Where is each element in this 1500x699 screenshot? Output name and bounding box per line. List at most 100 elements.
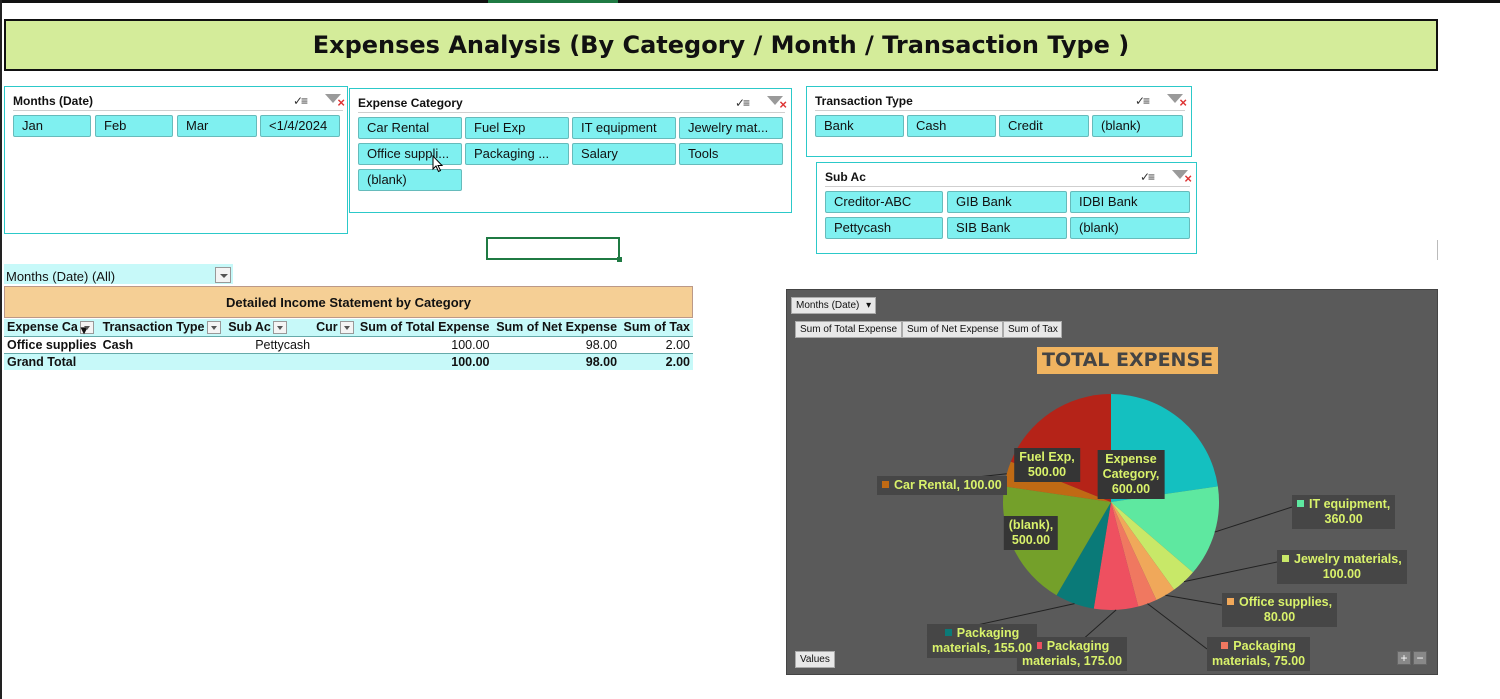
pie-data-label[interactable]: Expense Category, 600.00 bbox=[1097, 450, 1165, 499]
slicer-months[interactable]: Months (Date) Jan Feb Mar <1/4/2024 bbox=[4, 86, 348, 234]
pie-data-label[interactable]: Fuel Exp, 500.00 bbox=[1014, 448, 1080, 482]
header-sub-ac[interactable]: Sub Ac bbox=[225, 319, 313, 336]
dropdown-arrow-icon[interactable] bbox=[206, 321, 221, 335]
slicer-item-car-rental[interactable]: Car Rental bbox=[358, 117, 462, 139]
clear-filter-icon[interactable] bbox=[323, 91, 345, 113]
multi-select-icon[interactable] bbox=[293, 91, 313, 111]
sheet-divider bbox=[1437, 240, 1438, 260]
dropdown-arrow-icon[interactable] bbox=[339, 321, 354, 335]
zoom-in-button[interactable]: + bbox=[1397, 651, 1411, 665]
legend-key-icon bbox=[1297, 500, 1304, 507]
cell-sub-ac[interactable]: Pettycash bbox=[225, 336, 313, 353]
pie-data-label[interactable]: Office supplies, 80.00 bbox=[1222, 593, 1338, 627]
slicer-item-months-before-date[interactable]: <1/4/2024 bbox=[260, 115, 340, 137]
header-sum-tax: Sum of Tax bbox=[623, 320, 690, 335]
selected-cell[interactable] bbox=[486, 237, 622, 262]
legend-key-icon bbox=[1227, 598, 1234, 605]
sheet-left-edge bbox=[0, 0, 2, 699]
legend-key-icon bbox=[1282, 555, 1289, 562]
leader-line bbox=[1214, 506, 1293, 533]
slicer-item-bank[interactable]: Bank bbox=[815, 115, 904, 137]
pie-data-label[interactable]: Packaging materials, 75.00 bbox=[1207, 637, 1311, 671]
dropdown-arrow-icon[interactable] bbox=[215, 267, 231, 283]
clear-filter-icon[interactable] bbox=[765, 93, 787, 115]
header-cur[interactable]: Cur bbox=[313, 319, 357, 336]
slicer-subac-header: Sub Ac bbox=[825, 170, 866, 184]
slicer-item-office-supplies[interactable]: Office suppli... bbox=[358, 143, 462, 165]
dropdown-arrow-icon[interactable] bbox=[272, 321, 287, 335]
slicer-item-blank[interactable]: (blank) bbox=[358, 169, 462, 191]
leader-line bbox=[1147, 603, 1208, 650]
mouse-cursor-icon bbox=[432, 155, 444, 173]
pivot-header-row: Expense Ca Transaction Type Sub Ac Cur S… bbox=[4, 319, 693, 336]
grand-total-tax[interactable]: 2.00 bbox=[620, 353, 693, 370]
cell-total-expense[interactable]: 100.00 bbox=[357, 336, 493, 353]
pie-data-label[interactable]: IT equipment, 360.00 bbox=[1292, 495, 1396, 529]
cell-transaction-type[interactable]: Cash bbox=[100, 336, 226, 353]
legend-key-icon bbox=[1221, 642, 1229, 649]
slicer-item-credit[interactable]: Credit bbox=[999, 115, 1089, 137]
table-row: Office supplies Cash Pettycash 100.00 98… bbox=[4, 336, 693, 353]
leader-line bbox=[1165, 594, 1223, 606]
slicer-item-idbi-bank[interactable]: IDBI Bank bbox=[1070, 191, 1190, 213]
cell-cur[interactable] bbox=[313, 336, 357, 353]
pivot-table: Expense Ca Transaction Type Sub Ac Cur S… bbox=[4, 319, 693, 370]
pie-data-label[interactable]: Car Rental, 100.00 bbox=[877, 476, 1007, 495]
slicer-item-pettycash[interactable]: Pettycash bbox=[825, 217, 943, 239]
slicer-expense-category[interactable]: Expense Category Car Rental Fuel Exp IT … bbox=[349, 88, 792, 213]
slicer-item-transaction-blank[interactable]: (blank) bbox=[1092, 115, 1183, 137]
clear-filter-icon[interactable] bbox=[1170, 167, 1192, 189]
slicer-transaction-type[interactable]: Transaction Type Bank Cash Credit (blank… bbox=[806, 86, 1192, 157]
slicer-item-packaging[interactable]: Packaging ... bbox=[465, 143, 569, 165]
cell-net-expense[interactable]: 98.00 bbox=[493, 336, 621, 353]
grand-total-label[interactable]: Grand Total bbox=[4, 353, 100, 370]
pie-data-label[interactable]: (blank), 500.00 bbox=[1003, 516, 1059, 550]
legend-key-icon bbox=[882, 481, 889, 488]
grand-total-net-expense[interactable]: 98.00 bbox=[493, 353, 621, 370]
grand-total-cell[interactable] bbox=[225, 353, 313, 370]
slicer-item-months-mar[interactable]: Mar bbox=[177, 115, 257, 137]
filter-active-icon[interactable] bbox=[79, 321, 94, 335]
multi-select-icon[interactable] bbox=[1140, 167, 1160, 187]
legend-key-icon bbox=[944, 629, 952, 636]
pie-data-label[interactable]: Packaging materials, 155.00 bbox=[927, 624, 1038, 658]
slicer-item-creditor-abc[interactable]: Creditor-ABC bbox=[825, 191, 943, 213]
slicer-item-fuel-exp[interactable]: Fuel Exp bbox=[465, 117, 569, 139]
page-title: Expenses Analysis (By Category / Month /… bbox=[4, 19, 1438, 71]
multi-select-icon[interactable] bbox=[1135, 91, 1155, 111]
grand-total-total-expense[interactable]: 100.00 bbox=[357, 353, 493, 370]
slicer-item-jewelry[interactable]: Jewelry mat... bbox=[679, 117, 783, 139]
grand-total-cell[interactable] bbox=[313, 353, 357, 370]
slicer-item-sib-bank[interactable]: SIB Bank bbox=[947, 217, 1067, 239]
header-sum-net-expense: Sum of Net Expense bbox=[496, 320, 618, 335]
slicer-item-months-jan[interactable]: Jan bbox=[13, 115, 91, 137]
values-button[interactable]: Values bbox=[795, 651, 835, 668]
slicer-item-it-equipment[interactable]: IT equipment bbox=[572, 117, 676, 139]
slicer-item-cash[interactable]: Cash bbox=[907, 115, 996, 137]
zoom-out-button[interactable]: − bbox=[1413, 651, 1427, 665]
clear-filter-icon[interactable] bbox=[1165, 91, 1187, 113]
slicer-item-salary[interactable]: Salary bbox=[572, 143, 676, 165]
slicer-item-subac-blank[interactable]: (blank) bbox=[1070, 217, 1190, 239]
slicer-item-tools[interactable]: Tools bbox=[679, 143, 783, 165]
header-sum-total-expense: Sum of Total Expense bbox=[359, 320, 490, 335]
slicer-transaction-header: Transaction Type bbox=[815, 94, 913, 108]
pivot-title: Detailed Income Statement by Category bbox=[4, 286, 693, 318]
slicer-item-months-feb[interactable]: Feb bbox=[95, 115, 173, 137]
grand-total-row: Grand Total 100.00 98.00 2.00 bbox=[4, 353, 693, 370]
pie-data-label[interactable]: Jewelry materials, 100.00 bbox=[1277, 550, 1407, 584]
slicer-months-header: Months (Date) bbox=[13, 94, 93, 108]
top-gridline bbox=[0, 0, 1500, 3]
header-transaction-type[interactable]: Transaction Type bbox=[100, 319, 226, 336]
multi-select-icon[interactable] bbox=[735, 93, 755, 113]
header-expense-category[interactable]: Expense Ca bbox=[4, 319, 100, 336]
pivot-filter-months[interactable]: Months (Date) (All) bbox=[4, 264, 233, 284]
pivot-chart[interactable]: Months (Date) ▾ Sum of Total Expense Sum… bbox=[786, 289, 1438, 675]
pivot-filter-label: Months (Date) (All) bbox=[6, 269, 116, 284]
slicer-sub-ac[interactable]: Sub Ac Creditor-ABC GIB Bank IDBI Bank P… bbox=[816, 162, 1197, 254]
grand-total-cell[interactable] bbox=[100, 353, 226, 370]
cell-category[interactable]: Office supplies bbox=[4, 336, 100, 353]
cell-tax[interactable]: 2.00 bbox=[620, 336, 693, 353]
slicer-item-gib-bank[interactable]: GIB Bank bbox=[947, 191, 1067, 213]
slicer-category-header: Expense Category bbox=[358, 96, 463, 110]
